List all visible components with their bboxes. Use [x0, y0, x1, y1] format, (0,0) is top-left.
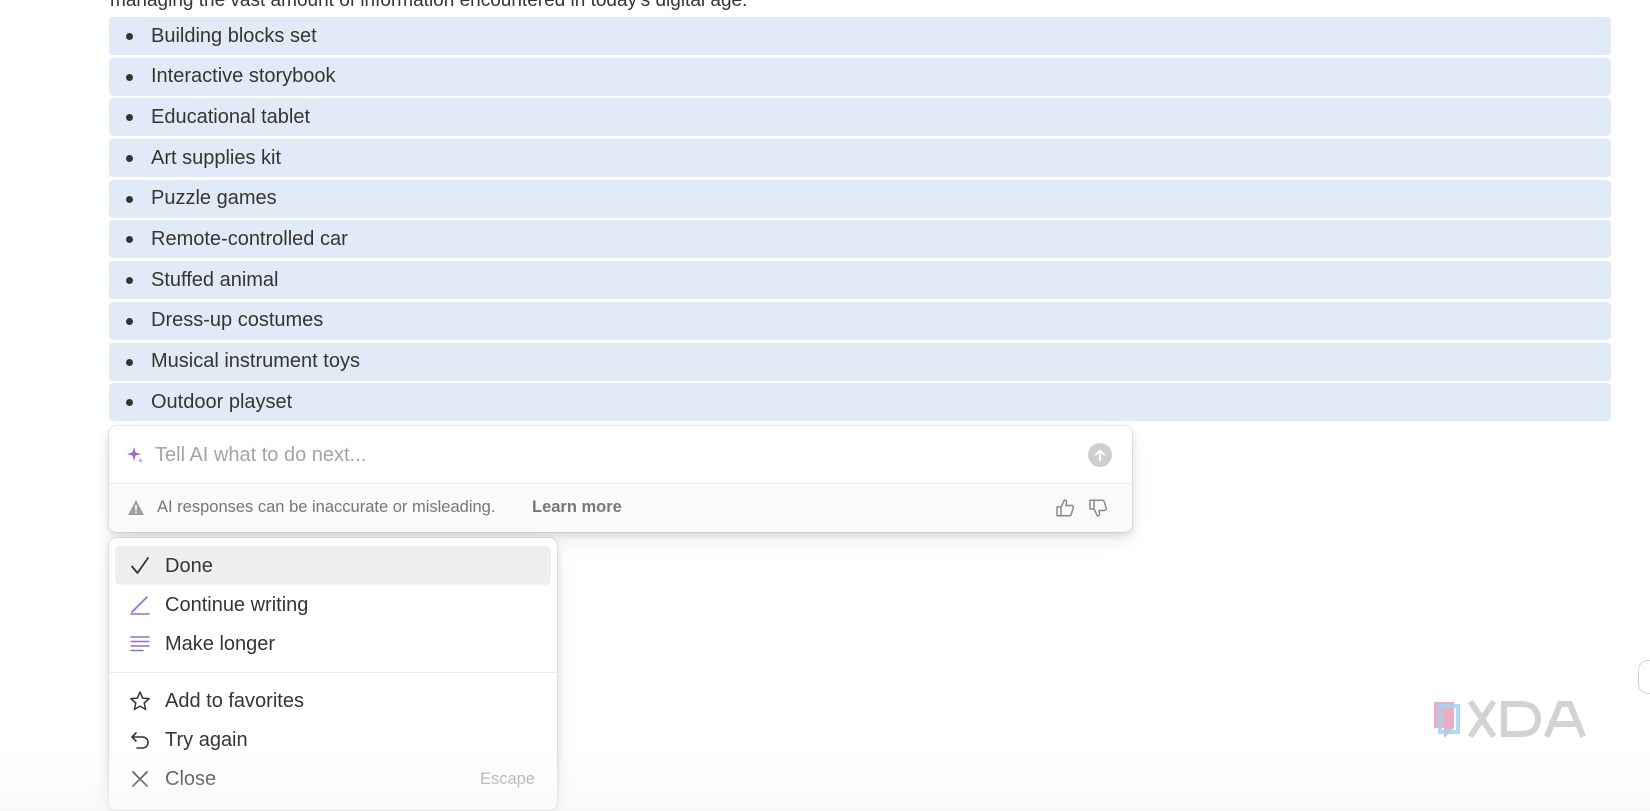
- menu-item-label: Continue writing: [165, 594, 309, 616]
- menu-item-label: Add to favorites: [165, 690, 304, 712]
- menu-item-add-to-favorites[interactable]: Add to favorites: [115, 681, 551, 720]
- bullet-icon: [126, 317, 133, 325]
- list-item-text: Art supplies kit: [151, 146, 282, 169]
- bullet-icon: [126, 33, 133, 40]
- list-item[interactable]: Musical instrument toys: [109, 342, 1611, 381]
- undo-icon: [131, 732, 149, 749]
- menu-item-label: Make longer: [165, 633, 276, 655]
- xda-logo: [1434, 699, 1586, 739]
- list-item[interactable]: Educational tablet: [109, 98, 1611, 137]
- ai-prompt-box: AI responses can be inaccurate or mislea…: [109, 426, 1132, 532]
- pen-icon: [130, 596, 150, 615]
- bullet-icon: [126, 236, 133, 244]
- bullet-list: Building blocks set Interactive storyboo…: [109, 17, 1611, 424]
- list-item[interactable]: Puzzle games: [109, 179, 1611, 218]
- bullet-icon: [126, 114, 133, 122]
- list-item[interactable]: Remote-controlled car: [109, 220, 1611, 259]
- check-icon: [131, 557, 149, 574]
- menu-item-done[interactable]: Done: [115, 546, 551, 585]
- list-item[interactable]: Stuffed animal: [109, 261, 1611, 300]
- bullet-icon: [126, 155, 133, 163]
- paragraph-text: managing the vast amount of information …: [110, 0, 748, 11]
- bullet-icon: [126, 73, 133, 81]
- bullet-icon: [126, 399, 133, 407]
- star-icon: [130, 691, 150, 711]
- list-item-text: Interactive storybook: [151, 65, 336, 88]
- list-item-text: Stuffed animal: [151, 268, 279, 291]
- list-item[interactable]: Dress-up costumes: [109, 301, 1611, 340]
- list-item-text: Remote-controlled car: [151, 227, 348, 250]
- menu-item-make-longer[interactable]: Make longer: [115, 624, 551, 663]
- list-item-text: Musical instrument toys: [151, 350, 360, 372]
- bullet-icon: [126, 277, 133, 285]
- submit-arrow-icon[interactable]: [1088, 443, 1112, 467]
- menu-item-close[interactable]: Close Escape: [115, 759, 551, 798]
- sparkle-icon: [127, 447, 143, 464]
- menu-item-continue-writing[interactable]: Continue writing: [115, 585, 551, 624]
- list-item[interactable]: Art supplies kit: [109, 139, 1611, 178]
- list-item[interactable]: Outdoor playset: [109, 383, 1611, 422]
- lines-icon: [130, 636, 150, 652]
- list-item-text: Dress-up costumes: [151, 309, 324, 332]
- learn-more-link[interactable]: Learn more: [532, 498, 622, 517]
- bullet-icon: [126, 195, 133, 203]
- shortcut-hint: Escape: [479, 770, 535, 788]
- disclaimer-text: AI responses can be inaccurate or mislea…: [157, 498, 496, 516]
- list-item-text: Puzzle games: [151, 187, 277, 210]
- thumbs-down-icon[interactable]: [1087, 497, 1109, 519]
- ai-input-row: [109, 426, 1132, 484]
- thumbs-up-icon[interactable]: [1054, 497, 1076, 519]
- menu-item-try-again[interactable]: Try again: [115, 720, 551, 759]
- list-item-text: Educational tablet: [151, 105, 311, 128]
- ai-prompt-input[interactable]: [155, 438, 1065, 472]
- list-item[interactable]: Building blocks set: [109, 17, 1611, 55]
- bullet-icon: [126, 358, 133, 366]
- menu-divider: [109, 672, 557, 673]
- ai-footer: AI responses can be inaccurate or mislea…: [109, 484, 1132, 532]
- ai-actions-menu: Done Continue writing Make longer Add to…: [109, 538, 557, 810]
- side-handle[interactable]: [1638, 660, 1650, 694]
- menu-item-label: Done: [165, 555, 213, 577]
- list-item[interactable]: Interactive storybook: [109, 57, 1611, 96]
- list-item-text: Outdoor playset: [151, 390, 293, 413]
- menu-item-label: Close: [165, 768, 217, 790]
- close-icon: [132, 771, 148, 787]
- menu-item-label: Try again: [165, 729, 248, 751]
- warning-icon: [128, 500, 144, 515]
- list-item-text: Building blocks set: [151, 24, 317, 47]
